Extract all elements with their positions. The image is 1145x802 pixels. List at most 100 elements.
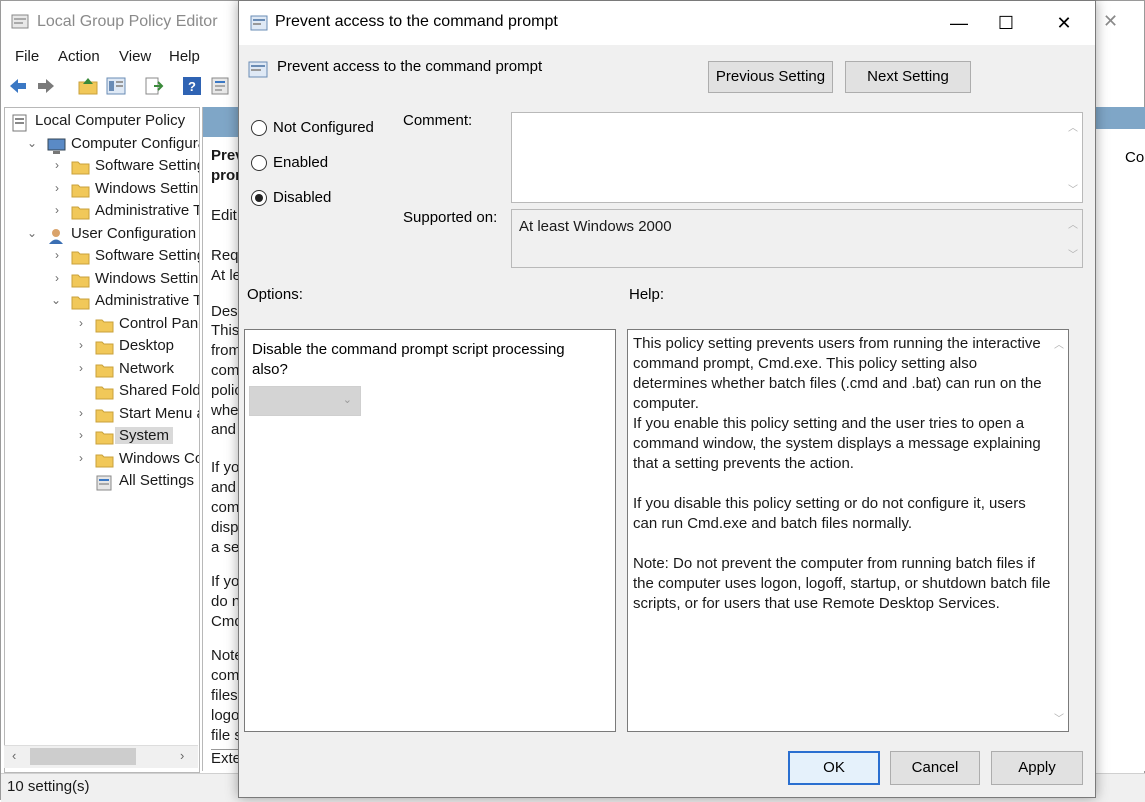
menu-help[interactable]: Help [169,48,200,65]
script-processing-dropdown[interactable]: ⌄ [249,386,361,416]
radio-button-icon[interactable] [251,155,267,171]
chevron-down-icon[interactable]: ⌄ [27,136,37,150]
show-hide-tree-icon[interactable] [105,75,127,97]
comment-textbox[interactable]: ︿ ﹀ [511,112,1083,203]
tree-item[interactable]: ⌄ User Configuration [5,224,199,246]
folder-icon [95,429,114,449]
scroll-up-icon[interactable]: ︿ [1054,336,1064,351]
radio-button-icon[interactable] [251,120,267,136]
chevron-right-icon[interactable]: › [55,203,59,217]
back-arrow-icon[interactable] [7,75,29,97]
description-text-fragment: Edit [211,207,237,224]
policy-setting-icon [250,14,268,37]
tree-item[interactable]: › Software Settings [5,246,199,268]
tree-item-label: Network [119,359,175,377]
scroll-down-icon[interactable]: ﹀ [1054,710,1064,725]
main-close-icon[interactable]: ✕ [1103,11,1118,32]
settings-list-pane: Co [1095,107,1145,771]
chevron-right-icon[interactable]: › [55,271,59,285]
scroll-down-icon[interactable]: ﹀ [1068,181,1078,196]
folder-icon [95,452,114,472]
folder-icon [95,362,114,382]
chevron-right-icon[interactable]: › [79,338,83,352]
chevron-right-icon[interactable]: › [79,361,83,375]
export-list-icon[interactable] [143,75,165,97]
chevron-right-icon[interactable]: › [79,406,83,420]
description-text-fragment: from [211,342,241,359]
up-folder-icon[interactable] [77,75,99,97]
minimize-icon[interactable]: — [936,7,982,39]
chevron-right-icon[interactable]: › [55,248,59,262]
menu-view[interactable]: View [119,48,151,65]
setting-header-icon [248,59,268,84]
options-label: Options: [247,286,303,303]
chevron-right-icon[interactable]: › [79,428,83,442]
dialog-close-icon[interactable]: ✕ [1041,7,1087,39]
next-setting-button[interactable]: Next Setting [845,61,971,93]
menu-action[interactable]: Action [58,48,100,65]
tree-item[interactable]: › Software Settings [5,156,199,178]
settings-column-header[interactable]: Co [1125,149,1144,166]
properties-icon[interactable] [209,75,231,97]
description-text-fragment: whe [211,402,239,419]
chevron-right-icon[interactable]: › [79,451,83,465]
forward-arrow-icon[interactable] [35,75,57,97]
settings-list-header [1095,107,1145,129]
chevron-right-icon[interactable]: › [55,158,59,172]
scroll-right-icon[interactable]: › [180,748,184,763]
tab-extended[interactable]: Exte [211,749,242,767]
tree-item-label: Windows Settings [95,269,199,287]
tree-scroll-thumb[interactable] [30,748,136,765]
settings-icon [95,474,113,496]
tree-horizontal-scrollbar[interactable]: ‹ › [4,745,198,768]
ok-button[interactable]: OK [788,751,880,785]
tree-item[interactable]: › Start Menu ar [5,404,199,426]
chevron-right-icon[interactable]: › [55,181,59,195]
dialog-title: Prevent access to the command prompt [275,13,558,30]
tree-item-label: Software Settings [95,247,199,264]
tree-item-label: All Settings [119,472,195,489]
gpedit-app-icon [11,13,29,36]
help-icon[interactable]: ? [181,75,203,97]
tree-item[interactable]: › System [5,426,199,448]
previous-setting-button[interactable]: Previous Setting [708,61,833,93]
chevron-down-icon[interactable]: ⌄ [51,293,61,307]
chevron-down-icon[interactable]: ⌄ [27,226,37,240]
help-paragraph: Note: Do not prevent the computer from r… [633,555,1051,612]
description-text-fragment: At le [211,267,242,284]
cancel-button[interactable]: Cancel [890,751,980,785]
scroll-down-icon[interactable]: ﹀ [1068,246,1078,261]
tree-item[interactable]: › Windows Settings [5,179,199,201]
tree-item[interactable]: › Network [5,359,199,381]
tree-item[interactable]: › Administrative Te [5,201,199,223]
apply-button[interactable]: Apply [991,751,1083,785]
scroll-up-icon[interactable]: ︿ [1068,216,1078,231]
description-text-fragment: This [211,322,240,339]
description-text-fragment: and [211,479,237,496]
folder-icon [71,159,90,179]
tree-item[interactable]: › Windows Settings [5,269,199,291]
radio-label: Disabled [273,189,332,206]
tree-item[interactable]: › Control Panel [5,314,199,336]
settings-description-pane: PrevpromEditRequAt leDescThisfromcompoli… [202,107,243,771]
help-scrollbar[interactable]: ︿ ﹀ [1050,330,1068,731]
maximize-icon[interactable]: ☐ [983,7,1029,39]
tree-item[interactable]: › Desktop [5,336,199,358]
tree-item[interactable]: All Settings [5,471,199,493]
comment-scrollbar[interactable]: ︿ ﹀ [1064,113,1082,202]
tree-item[interactable]: Local Computer Policy [5,111,199,133]
supported-scrollbar[interactable]: ︿ ﹀ [1064,210,1082,267]
tree-item[interactable]: › Windows Con [5,449,199,471]
radio-button-icon[interactable] [251,190,267,206]
description-text-fragment: If yo [211,459,240,476]
supported-on-textbox[interactable]: At least Windows 2000 ︿ ﹀ [511,209,1083,268]
folder-icon [71,249,90,269]
scroll-up-icon[interactable]: ︿ [1068,119,1078,134]
tree-item[interactable]: ⌄ Computer Configurat [5,134,199,156]
menu-file[interactable]: File [15,48,39,65]
scroll-left-icon[interactable]: ‹ [12,748,16,763]
tree-item[interactable]: Shared Folder [5,381,199,403]
tree-item[interactable]: ⌄ Administrative Te [5,291,199,313]
chevron-right-icon[interactable]: › [79,316,83,330]
folder-icon [71,182,90,202]
